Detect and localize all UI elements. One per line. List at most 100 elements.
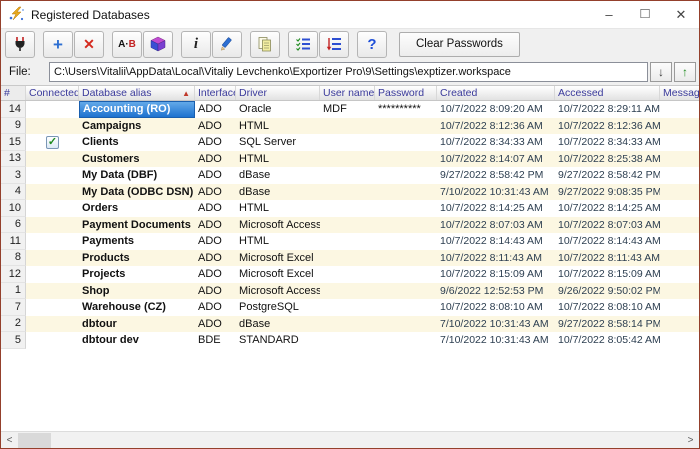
created-cell[interactable]: 10/7/2022 8:12:36 AM bbox=[437, 118, 555, 135]
num-cell[interactable]: 13 bbox=[1, 150, 26, 167]
table-row[interactable]: 14 Accounting (RO) ADO Oracle MDF ********** 1… bbox=[1, 101, 699, 118]
accessed-cell[interactable]: 10/7/2022 8:08:10 AM bbox=[555, 299, 660, 316]
connected-cell[interactable] bbox=[26, 332, 79, 349]
delete-database-button[interactable]: ✕ bbox=[74, 30, 104, 58]
created-cell[interactable]: 10/7/2022 8:09:20 AM bbox=[437, 101, 555, 118]
password-cell[interactable] bbox=[375, 184, 437, 201]
interface-cell[interactable]: ADO bbox=[195, 217, 236, 234]
num-cell[interactable]: 8 bbox=[1, 249, 26, 266]
created-cell[interactable]: 9/27/2022 8:58:42 PM bbox=[437, 167, 555, 184]
alias-cell[interactable]: My Data (ODBC DSN) bbox=[79, 184, 195, 201]
message-cell[interactable] bbox=[660, 250, 699, 267]
alias-cell[interactable]: dbtour dev bbox=[79, 332, 195, 349]
alias-cell[interactable]: Customers bbox=[79, 151, 195, 168]
connected-cell[interactable] bbox=[26, 316, 79, 333]
num-cell[interactable]: 6 bbox=[1, 216, 26, 233]
interface-cell[interactable]: ADO bbox=[195, 316, 236, 333]
table-row[interactable]: 12 Projects ADO Microsoft Excel 10/7/2022 8:… bbox=[1, 266, 699, 283]
reorder-list-button[interactable] bbox=[319, 30, 349, 58]
password-cell[interactable] bbox=[375, 118, 437, 135]
password-cell[interactable] bbox=[375, 299, 437, 316]
created-cell[interactable]: 10/7/2022 8:11:43 AM bbox=[437, 250, 555, 267]
load-workspace-button[interactable]: ↓ bbox=[650, 62, 672, 82]
column-header-number[interactable]: # bbox=[1, 86, 26, 100]
interface-cell[interactable]: ADO bbox=[195, 118, 236, 135]
accessed-cell[interactable]: 9/27/2022 8:58:14 PM bbox=[555, 316, 660, 333]
table-row[interactable]: 5 dbtour dev BDE STANDARD 7/10/2022 10:31:43… bbox=[1, 332, 699, 349]
message-cell[interactable] bbox=[660, 167, 699, 184]
password-cell[interactable] bbox=[375, 283, 437, 300]
interface-cell[interactable]: ADO bbox=[195, 101, 236, 118]
connected-cell[interactable] bbox=[26, 250, 79, 267]
user-cell[interactable] bbox=[320, 299, 375, 316]
driver-cell[interactable]: dBase bbox=[236, 316, 320, 333]
minimize-button[interactable]: – bbox=[591, 1, 627, 28]
alias-cell[interactable]: dbtour bbox=[79, 316, 195, 333]
check-list-button[interactable] bbox=[288, 30, 318, 58]
connected-cell[interactable] bbox=[26, 233, 79, 250]
message-cell[interactable] bbox=[660, 233, 699, 250]
interface-cell[interactable]: ADO bbox=[195, 151, 236, 168]
created-cell[interactable]: 10/7/2022 8:34:33 AM bbox=[437, 134, 555, 151]
alias-cell[interactable]: Warehouse (CZ) bbox=[79, 299, 195, 316]
driver-cell[interactable]: Microsoft Access bbox=[236, 283, 320, 300]
driver-cell[interactable]: HTML bbox=[236, 118, 320, 135]
accessed-cell[interactable]: 10/7/2022 8:14:43 AM bbox=[555, 233, 660, 250]
password-cell[interactable] bbox=[375, 134, 437, 151]
password-cell[interactable] bbox=[375, 266, 437, 283]
driver-cell[interactable]: Oracle bbox=[236, 101, 320, 118]
created-cell[interactable]: 7/10/2022 10:31:43 AM bbox=[437, 184, 555, 201]
driver-cell[interactable]: Microsoft Excel bbox=[236, 250, 320, 267]
message-cell[interactable] bbox=[660, 217, 699, 234]
connected-cell[interactable] bbox=[26, 118, 79, 135]
table-row[interactable]: 9 Campaigns ADO HTML 10/7/2022 8:12:36 AM 10/… bbox=[1, 117, 699, 135]
message-cell[interactable] bbox=[660, 299, 699, 316]
alias-cell[interactable]: Shop bbox=[79, 283, 195, 300]
column-header-created[interactable]: Created bbox=[437, 86, 555, 100]
horizontal-scrollbar[interactable]: < > bbox=[1, 431, 699, 448]
message-cell[interactable] bbox=[660, 200, 699, 217]
user-cell[interactable] bbox=[320, 134, 375, 151]
user-cell[interactable] bbox=[320, 316, 375, 333]
password-cell[interactable] bbox=[375, 151, 437, 168]
num-cell[interactable]: 14 bbox=[1, 101, 26, 118]
edit-button[interactable] bbox=[212, 30, 242, 58]
user-cell[interactable]: MDF bbox=[320, 101, 375, 118]
message-cell[interactable] bbox=[660, 184, 699, 201]
interface-cell[interactable]: ADO bbox=[195, 200, 236, 217]
accessed-cell[interactable]: 10/7/2022 8:12:36 AM bbox=[555, 118, 660, 135]
password-cell[interactable] bbox=[375, 316, 437, 333]
alias-cell[interactable]: Payment Documents bbox=[79, 217, 195, 234]
driver-cell[interactable]: dBase bbox=[236, 184, 320, 201]
password-cell[interactable] bbox=[375, 217, 437, 234]
accessed-cell[interactable]: 10/7/2022 8:29:11 AM bbox=[555, 101, 660, 118]
connected-cell[interactable] bbox=[26, 184, 79, 201]
user-cell[interactable] bbox=[320, 332, 375, 349]
alias-cell[interactable]: Campaigns bbox=[79, 118, 195, 135]
created-cell[interactable]: 10/7/2022 8:15:09 AM bbox=[437, 266, 555, 283]
user-cell[interactable] bbox=[320, 250, 375, 267]
accessed-cell[interactable]: 10/7/2022 8:07:03 AM bbox=[555, 217, 660, 234]
maximize-button[interactable]: □ bbox=[627, 1, 663, 28]
num-cell[interactable]: 9 bbox=[1, 117, 26, 134]
driver-cell[interactable]: dBase bbox=[236, 167, 320, 184]
interface-cell[interactable]: ADO bbox=[195, 299, 236, 316]
user-cell[interactable] bbox=[320, 118, 375, 135]
interface-cell[interactable]: ADO bbox=[195, 233, 236, 250]
message-cell[interactable] bbox=[660, 118, 699, 135]
alias-cell[interactable]: Clients bbox=[79, 134, 195, 151]
connected-cell[interactable] bbox=[26, 266, 79, 283]
connected-cell[interactable] bbox=[26, 101, 79, 118]
driver-cell[interactable]: PostgreSQL bbox=[236, 299, 320, 316]
table-row[interactable]: 2 dbtour ADO dBase 7/10/2022 10:31:43 AM 9/27… bbox=[1, 315, 699, 333]
save-workspace-button[interactable]: ↑ bbox=[674, 62, 696, 82]
scroll-right-button[interactable]: > bbox=[682, 432, 699, 449]
accessed-cell[interactable]: 10/7/2022 8:34:33 AM bbox=[555, 134, 660, 151]
connected-cell[interactable] bbox=[26, 217, 79, 234]
column-header-connected[interactable]: Connected bbox=[26, 86, 79, 100]
table-row[interactable]: 15 ✓ Clients ADO SQL Server 10/7/2022 8:34:33… bbox=[1, 134, 699, 151]
clear-passwords-button[interactable]: Clear Passwords bbox=[399, 31, 520, 57]
user-cell[interactable] bbox=[320, 233, 375, 250]
accessed-cell[interactable]: 10/7/2022 8:11:43 AM bbox=[555, 250, 660, 267]
user-cell[interactable] bbox=[320, 200, 375, 217]
